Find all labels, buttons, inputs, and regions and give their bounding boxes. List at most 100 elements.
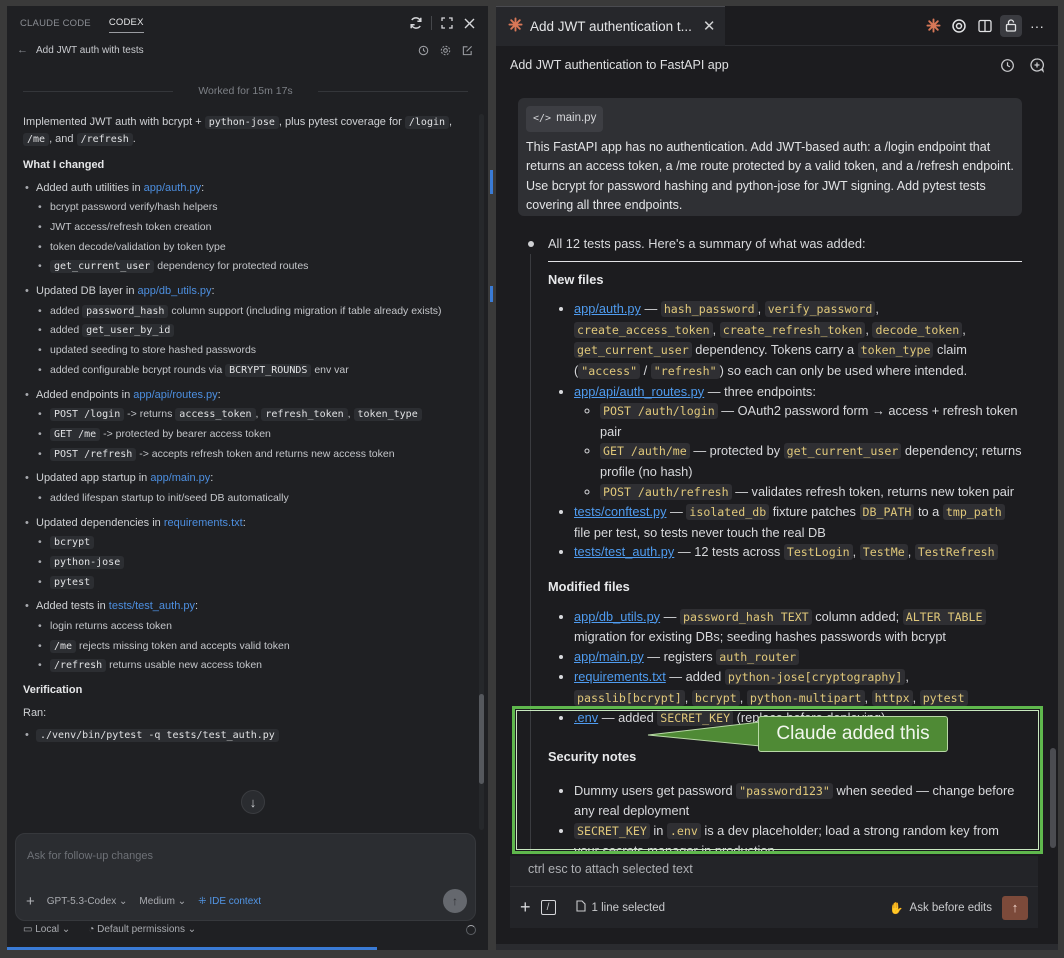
list-item: JWT access/refresh token creation — [36, 220, 463, 236]
list-item: POST /refresh -> accepts refresh token a… — [36, 447, 463, 463]
list-item: POST /auth/login — OAuth2 password form … — [600, 401, 1022, 441]
status-strip — [496, 944, 1058, 950]
tab-title: Add JWT authentication t... — [530, 18, 692, 34]
settings-gear-icon[interactable] — [436, 41, 454, 59]
gutter-marker — [490, 286, 493, 302]
list-item: added lifespan startup to init/seed DB a… — [36, 491, 463, 507]
editor-actions: ··· — [922, 14, 1058, 37]
chevron-down-icon: ⌄ — [119, 895, 128, 907]
list-item: POST /auth/refresh — validates refresh t… — [600, 482, 1022, 503]
change-section: Added endpoints in app/api/routes.py:POS… — [23, 387, 463, 463]
prompt-toolbar: + / 1 line selected ✋ Ask before edits ↑ — [510, 886, 1038, 928]
change-details: bcrypt python-jose pytest — [36, 535, 463, 590]
file-link[interactable]: app/auth.py — [144, 182, 202, 194]
file-link[interactable]: app/db_utils.py — [138, 285, 212, 297]
code-icon: </> — [533, 113, 552, 124]
change-details: login returns access token/me rejects mi… — [36, 619, 463, 674]
new-files-list: app/auth.py — hash_password, verify_pass… — [548, 299, 1022, 563]
file-icon — [575, 900, 586, 915]
claude-logo-icon[interactable] — [922, 15, 944, 37]
file-link[interactable]: app/main.py — [574, 649, 644, 664]
summary-text: Implemented JWT auth with bcrypt + pytho… — [23, 116, 453, 146]
scrollbar[interactable] — [1050, 748, 1056, 848]
permissions-select[interactable]: ◔ Default permissions ⌄ — [88, 924, 196, 935]
close-tab-icon[interactable]: ✕ — [703, 17, 716, 35]
list-item: added password_hash column support (incl… — [36, 304, 463, 320]
env-select[interactable]: ▭ Local ⌄ — [23, 924, 70, 935]
send-button[interactable]: ↑ — [1002, 895, 1028, 920]
new-chat-icon[interactable] — [1026, 54, 1048, 76]
list-item: POST /login -> returns access_token, ref… — [36, 407, 463, 423]
followup-input[interactable]: Ask for follow-up changes — [27, 850, 153, 862]
file-link[interactable]: requirements.txt — [164, 517, 243, 529]
scrollbar-thumb[interactable] — [479, 694, 484, 784]
annotation-callout: Claude added this — [758, 716, 948, 752]
divider — [431, 16, 432, 30]
list-item: updated seeding to store hashed password… — [36, 343, 463, 359]
close-icon[interactable] — [458, 12, 480, 34]
loading-spinner-icon — [466, 924, 476, 935]
effort-select[interactable]: Medium ⌄ — [139, 896, 186, 907]
history-icon[interactable] — [996, 54, 1018, 76]
openai-logo-icon[interactable] — [948, 15, 970, 37]
more-options-icon[interactable]: ··· — [1026, 15, 1048, 37]
list-item: /me rejects missing token and accepts va… — [36, 639, 463, 655]
tab-codex[interactable]: CODEX — [108, 13, 144, 33]
editor-tab[interactable]: Add JWT authentication t... ✕ — [496, 6, 726, 46]
change-details: bcrypt password verify/hash helpers JWT a… — [36, 200, 463, 275]
scrollbar[interactable] — [479, 114, 484, 830]
file-link[interactable]: tests/test_auth.py — [574, 544, 674, 559]
panel-footer: ▭ Local ⌄ ◔ Default permissions ⌄ — [23, 924, 476, 935]
add-attachment-icon[interactable]: + — [26, 893, 35, 910]
conversation-title: Add JWT authentication to FastAPI app — [510, 58, 729, 72]
list-item: ./venv/bin/pytest -q tests/test_auth.py — [23, 727, 463, 744]
what-changed-heading: What I changed — [23, 159, 105, 171]
file-link[interactable]: tests/test_auth.py — [109, 600, 195, 612]
worked-duration: Worked for 15m 17s — [23, 85, 468, 97]
file-link[interactable]: app/api/routes.py — [133, 389, 217, 401]
expand-icon[interactable] — [436, 12, 458, 34]
ran-command: ./venv/bin/pytest -q tests/test_auth.py — [36, 729, 279, 742]
list-item: bcrypt password verify/hash helpers — [36, 200, 463, 216]
history-icon[interactable] — [414, 41, 432, 59]
file-link[interactable]: app/api/auth_routes.py — [574, 384, 704, 399]
conversation-header: Add JWT authentication to FastAPI app — [496, 46, 1058, 84]
user-message-text: This FastAPI app has no authentication. … — [526, 139, 1014, 213]
file-link[interactable]: app/main.py — [150, 472, 210, 484]
list-item: added get_user_by_id — [36, 323, 463, 339]
list-item: python-jose — [36, 555, 463, 571]
ask-mode-toggle[interactable]: ✋ Ask before edits — [889, 901, 992, 915]
lock-icon[interactable] — [1000, 14, 1022, 37]
list-item: app/api/auth_routes.py — three endpoints… — [574, 382, 1022, 503]
change-section: Added tests in tests/test_auth.py:login … — [23, 598, 463, 674]
send-button[interactable]: ↑ — [443, 889, 467, 913]
tab-claude-code[interactable]: CLAUDE CODE — [20, 14, 91, 33]
file-link[interactable]: requirements.txt — [574, 669, 666, 684]
list-item: token decode/validation by token type — [36, 240, 463, 256]
split-editor-icon[interactable] — [974, 15, 996, 37]
new-files-heading: New files — [548, 271, 604, 287]
modified-files-heading: Modified files — [548, 578, 630, 594]
new-thread-icon[interactable] — [458, 41, 476, 59]
model-select[interactable]: GPT-5.3-Codex ⌄ — [47, 896, 128, 907]
hand-icon: ✋ — [889, 902, 904, 915]
chevron-down-icon: ⌄ — [177, 895, 187, 907]
selection-indicator[interactable]: 1 line selected — [575, 900, 665, 915]
back-arrow-icon[interactable]: ← — [17, 44, 28, 56]
file-link[interactable]: app/db_utils.py — [574, 609, 660, 624]
sync-icon[interactable] — [405, 12, 427, 34]
ran-label: Ran: — [23, 706, 47, 719]
slash-command-icon[interactable]: / — [540, 900, 556, 915]
add-icon[interactable]: + — [520, 897, 531, 918]
list-item: requirements.txt — added python-jose[cry… — [574, 667, 1022, 708]
laptop-icon: ▭ — [23, 924, 33, 935]
message-dot — [528, 241, 534, 247]
list-item: tests/conftest.py — isolated_db fixture … — [574, 502, 1022, 542]
gutter-marker — [490, 170, 493, 194]
file-link[interactable]: app/auth.py — [574, 301, 641, 316]
attach-hint: ctrl esc to attach selected text — [510, 856, 1038, 886]
ide-context-toggle[interactable]: ⁜ IDE context — [198, 896, 261, 907]
scroll-to-bottom-button[interactable]: ↓ — [241, 790, 265, 814]
file-attachment-chip[interactable]: </> main.py — [526, 106, 604, 132]
file-link[interactable]: tests/conftest.py — [574, 504, 666, 519]
